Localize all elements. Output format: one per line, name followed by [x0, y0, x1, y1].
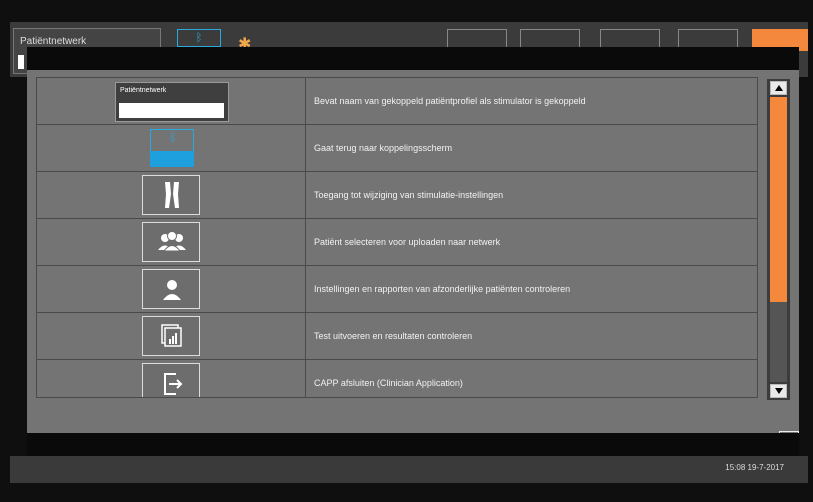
help-dialog: Patiëntnetwerk Bevat naam van gekoppeld … [27, 47, 799, 456]
legend-description: CAPP afsluiten (Clinician Application) [314, 378, 463, 388]
single-patient-icon [142, 269, 200, 309]
patient-network-label: Patiëntnetwerk [20, 36, 87, 47]
legend-row: Instellingen en rapporten van afzonderli… [36, 265, 758, 313]
scroll-down-button[interactable] [770, 384, 787, 398]
bluetooth-link-icon: ᛒ [150, 129, 194, 168]
bluetooth-icon: ᛒ [195, 32, 203, 44]
legend-row: Patiënt selecteren voor uploaden naar ne… [36, 218, 758, 266]
legend-row: Test uitvoeren en resultaten controleren [36, 312, 758, 360]
bluetooth-link-strip [150, 151, 194, 167]
status-bar: 15:08 19-7-2017 [10, 456, 808, 483]
legend-icon-cell [36, 266, 306, 313]
patient-network-input[interactable] [18, 55, 24, 69]
help-scrollbar[interactable] [767, 79, 790, 400]
scroll-up-button[interactable] [770, 81, 787, 95]
arrow-up-icon [775, 85, 783, 91]
legend-icon-cell [36, 313, 306, 360]
patient-group-nav-button[interactable] [520, 29, 580, 49]
test-results-icon [142, 316, 200, 356]
legend-row: Patiëntnetwerk Bevat naam van gekoppeld … [36, 77, 758, 125]
patient-network-field-input [119, 103, 224, 118]
patient-network-field-label: Patiëntnetwerk [120, 87, 167, 94]
legend-row: ᛒ Gaat terug naar koppelingsscherm [36, 124, 758, 172]
legend-description: Bevat naam van gekoppeld patiëntprofiel … [314, 96, 586, 106]
bluetooth-link-button[interactable]: ᛒ [177, 29, 221, 47]
legs-nav-button[interactable] [447, 29, 507, 49]
dialog-header [27, 47, 799, 70]
single-patient-nav-button[interactable] [600, 29, 660, 49]
icon-legend-table: Patiëntnetwerk Bevat naam van gekoppeld … [36, 77, 758, 398]
legend-description: Instellingen en rapporten van afzonderli… [314, 284, 571, 294]
legend-description: Patiënt selecteren voor uploaden naar ne… [314, 237, 501, 247]
test-results-nav-button[interactable] [678, 29, 738, 49]
legend-icon-cell [36, 219, 306, 266]
exit-icon [142, 363, 200, 398]
legend-icon-cell: ᛒ [36, 125, 306, 172]
legend-icon-cell: Patiëntnetwerk [36, 78, 306, 125]
legend-icon-cell [36, 360, 306, 398]
dialog-footer [27, 433, 799, 456]
patient-group-icon [142, 222, 200, 262]
legend-description: Toegang tot wijziging van stimulatie-ins… [314, 190, 504, 200]
legs-icon [142, 175, 200, 215]
scroll-thumb[interactable] [770, 97, 787, 302]
legend-row: CAPP afsluiten (Clinician Application) [36, 359, 758, 398]
arrow-down-icon [775, 388, 783, 394]
clock-timestamp: 15:08 19-7-2017 [725, 463, 784, 472]
legend-row: Toegang tot wijziging van stimulatie-ins… [36, 171, 758, 219]
bluetooth-symbol: ᛒ [169, 132, 177, 144]
patient-network-field: Patiëntnetwerk [115, 82, 229, 122]
legend-description: Gaat terug naar koppelingsscherm [314, 143, 453, 153]
dialog-body: Patiëntnetwerk Bevat naam van gekoppeld … [27, 70, 799, 451]
legend-icon-cell [36, 172, 306, 219]
legend-description: Test uitvoeren en resultaten controleren [314, 331, 473, 341]
